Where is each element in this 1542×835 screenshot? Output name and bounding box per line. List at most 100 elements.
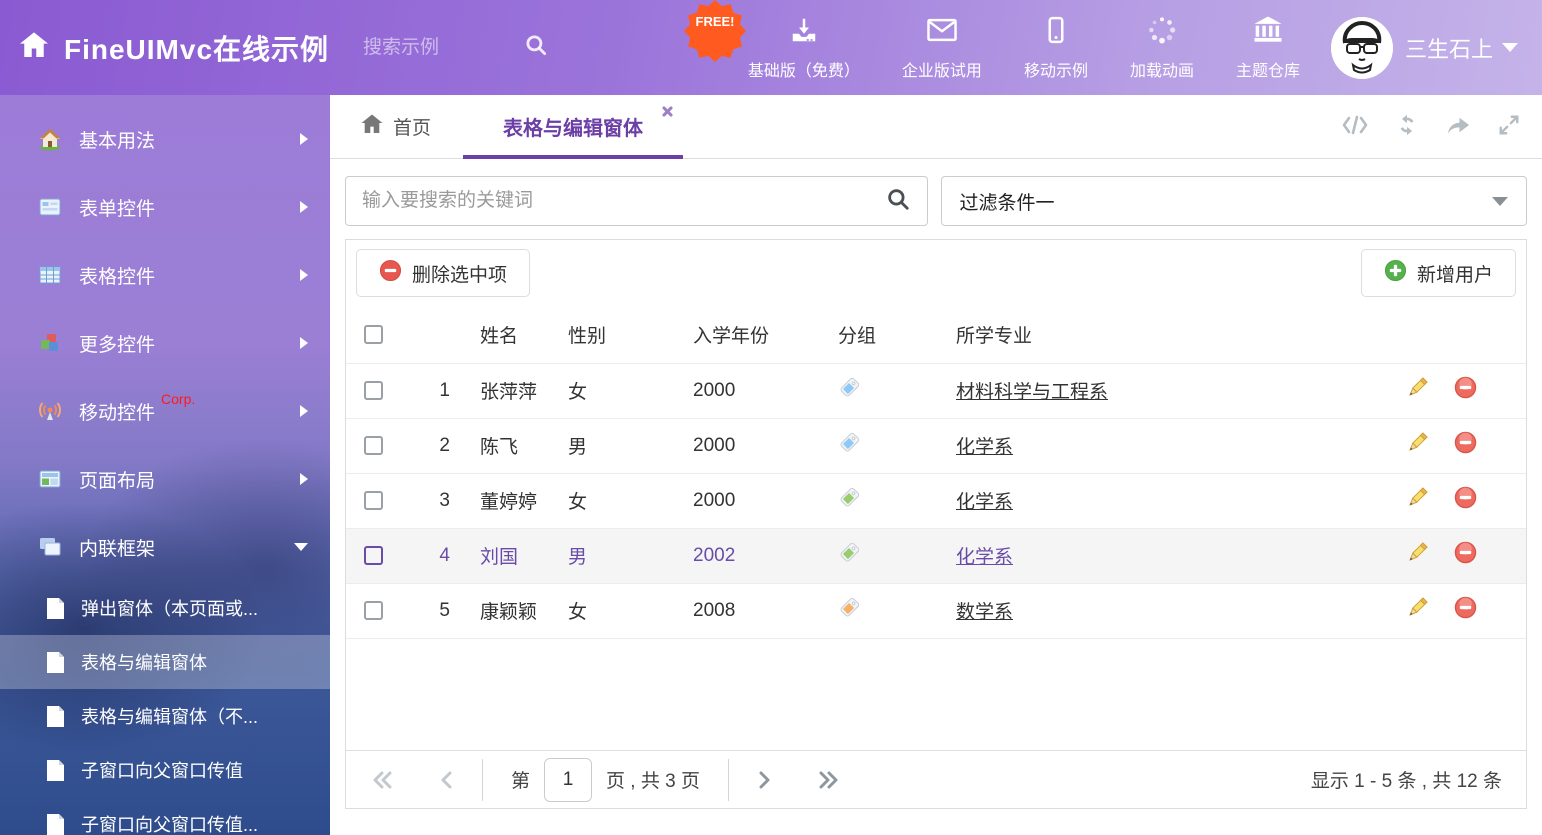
- sidebar-item-label: 更多控件: [79, 330, 155, 357]
- share-icon[interactable]: [1446, 114, 1471, 141]
- next-page-button[interactable]: [757, 769, 773, 791]
- nav-item-theme-store[interactable]: 主题仓库: [1215, 15, 1321, 81]
- edit-icon[interactable]: [1406, 376, 1429, 405]
- refresh-icon[interactable]: [1395, 114, 1419, 141]
- edit-icon[interactable]: [1406, 486, 1429, 515]
- delete-icon[interactable]: [1454, 431, 1477, 460]
- sidebar-item-more-controls[interactable]: 更多控件: [0, 309, 330, 377]
- bank-icon: [1252, 15, 1284, 50]
- tag-icon: [838, 438, 861, 459]
- nav-item-loading-animation[interactable]: 加载动画: [1109, 15, 1215, 81]
- row-index: 4: [408, 528, 450, 583]
- sidebar-subitem-label: 弹出窗体（本页面或...: [81, 595, 258, 621]
- delete-icon[interactable]: [1454, 376, 1477, 405]
- edit-icon[interactable]: [1406, 431, 1429, 460]
- user-menu[interactable]: 三生石上: [1321, 17, 1542, 79]
- nav-item-label: 移动示例: [1024, 57, 1088, 81]
- keyword-search-box[interactable]: [345, 176, 928, 226]
- nav-item-enterprise-trial[interactable]: 企业版试用: [881, 15, 1003, 81]
- chevron-down-icon: [1502, 43, 1518, 52]
- brand[interactable]: FineUIMvc在线示例: [18, 28, 329, 68]
- expand-icon[interactable]: [1498, 114, 1520, 141]
- header-search-input[interactable]: [363, 37, 523, 59]
- cell-name: 康颖颖: [450, 583, 568, 638]
- row-checkbox[interactable]: [364, 601, 383, 620]
- delete-icon[interactable]: [1454, 541, 1477, 570]
- cell-gender: 男: [568, 528, 693, 583]
- cell-name: 刘国: [450, 528, 568, 583]
- prev-page-button[interactable]: [438, 769, 454, 791]
- chevron-right-icon: [300, 337, 308, 349]
- column-header-name[interactable]: 姓名: [450, 306, 568, 363]
- row-checkbox[interactable]: [364, 381, 383, 400]
- edit-icon[interactable]: [1406, 541, 1429, 570]
- sidebar-item-form-controls[interactable]: 表单控件: [0, 173, 330, 241]
- sidebar-subitem-child-to-parent[interactable]: 子窗口向父窗口传值: [0, 743, 330, 797]
- chevron-right-icon: [300, 201, 308, 213]
- close-icon[interactable]: [660, 105, 673, 118]
- form-icon: [38, 195, 62, 219]
- tab-label: 首页: [393, 113, 431, 140]
- sidebar-item-mobile-controls[interactable]: 移动控件 Corp.: [0, 377, 330, 445]
- cell-year: 2000: [693, 418, 838, 473]
- column-header-year[interactable]: 入学年份: [693, 306, 838, 363]
- column-header-gender[interactable]: 性别: [568, 306, 693, 363]
- last-page-button[interactable]: [817, 769, 841, 791]
- first-page-button[interactable]: [370, 769, 394, 791]
- pager-divider: [482, 759, 483, 801]
- sidebar-subitem-popup-window[interactable]: 弹出窗体（本页面或...: [0, 581, 330, 635]
- nav-item-basic-edition[interactable]: 基础版（免费）: [727, 15, 881, 81]
- sidebar-subitem-child-to-parent-2[interactable]: 子窗口向父窗口传值...: [0, 797, 330, 835]
- keyword-search-input[interactable]: [362, 190, 885, 212]
- sidebar-item-page-layout[interactable]: 页面布局: [0, 445, 330, 513]
- search-icon[interactable]: [885, 186, 911, 217]
- sidebar-subitem-grid-edit-window-2[interactable]: 表格与编辑窗体（不...: [0, 689, 330, 743]
- page-number-input[interactable]: [544, 758, 592, 802]
- chevron-right-icon: [300, 269, 308, 281]
- major-link[interactable]: 化学系: [956, 437, 1013, 458]
- sidebar-item-iframe[interactable]: 内联框架: [0, 513, 330, 581]
- select-all-checkbox[interactable]: [364, 325, 383, 344]
- nav-item-label: 基础版（免费）: [748, 57, 860, 81]
- column-header-group[interactable]: 分组: [838, 306, 956, 363]
- nav-item-mobile-demo[interactable]: 移动示例: [1003, 15, 1109, 81]
- major-link[interactable]: 化学系: [956, 547, 1013, 568]
- filter-dropdown[interactable]: 过滤条件一: [941, 176, 1528, 226]
- table-row-selected[interactable]: 4 刘国 男 2002 化学系: [346, 528, 1526, 583]
- sidebar-subitem-grid-edit-window[interactable]: 表格与编辑窗体: [0, 635, 330, 689]
- tab-home[interactable]: 首页: [360, 112, 431, 142]
- file-icon: [46, 760, 65, 781]
- free-badge-label: FREE!: [684, 14, 746, 29]
- major-link[interactable]: 数学系: [956, 602, 1013, 623]
- tab-label: 表格与编辑窗体: [503, 112, 643, 141]
- grid-panel: 删除选中项 新增用户 姓名 性别: [345, 239, 1527, 809]
- table-row[interactable]: 3 董婷婷 女 2000 化学系: [346, 473, 1526, 528]
- sidebar-item-grid-controls[interactable]: 表格控件: [0, 241, 330, 309]
- header-nav: 基础版（免费） 企业版试用 移动示例: [727, 0, 1542, 95]
- add-user-button[interactable]: 新增用户: [1361, 249, 1516, 297]
- cubes-icon: [38, 331, 62, 355]
- delete-icon[interactable]: [1454, 486, 1477, 515]
- row-checkbox[interactable]: [364, 491, 383, 510]
- tab-grid-edit-window[interactable]: 表格与编辑窗体: [487, 95, 659, 159]
- sidebar-item-basic-usage[interactable]: 基本用法: [0, 105, 330, 173]
- delete-icon[interactable]: [1454, 596, 1477, 625]
- search-icon[interactable]: [523, 32, 549, 63]
- table-row[interactable]: 2 陈飞 男 2000 化学系: [346, 418, 1526, 473]
- sidebar-subitem-label: 表格与编辑窗体: [81, 649, 207, 675]
- cell-name: 张萍萍: [450, 363, 568, 418]
- delete-selected-button[interactable]: 删除选中项: [356, 249, 530, 297]
- row-checkbox[interactable]: [364, 436, 383, 455]
- source-code-icon[interactable]: [1342, 114, 1368, 141]
- table-row[interactable]: 5 康颖颖 女 2008 数学系: [346, 583, 1526, 638]
- pagination-bar: 第 页 , 共 3 页 显示 1 - 5 条 , 共 12 条: [346, 750, 1526, 808]
- major-link[interactable]: 材料科学与工程系: [956, 382, 1108, 403]
- column-header-major[interactable]: 所学专业: [956, 306, 1406, 363]
- table-row[interactable]: 1 张萍萍 女 2000 材料科学与工程系: [346, 363, 1526, 418]
- avatar: [1331, 17, 1393, 79]
- major-link[interactable]: 化学系: [956, 492, 1013, 513]
- header-search[interactable]: [363, 32, 573, 63]
- filter-dropdown-value: 过滤条件一: [960, 188, 1055, 215]
- edit-icon[interactable]: [1406, 596, 1429, 625]
- row-checkbox[interactable]: [364, 546, 383, 565]
